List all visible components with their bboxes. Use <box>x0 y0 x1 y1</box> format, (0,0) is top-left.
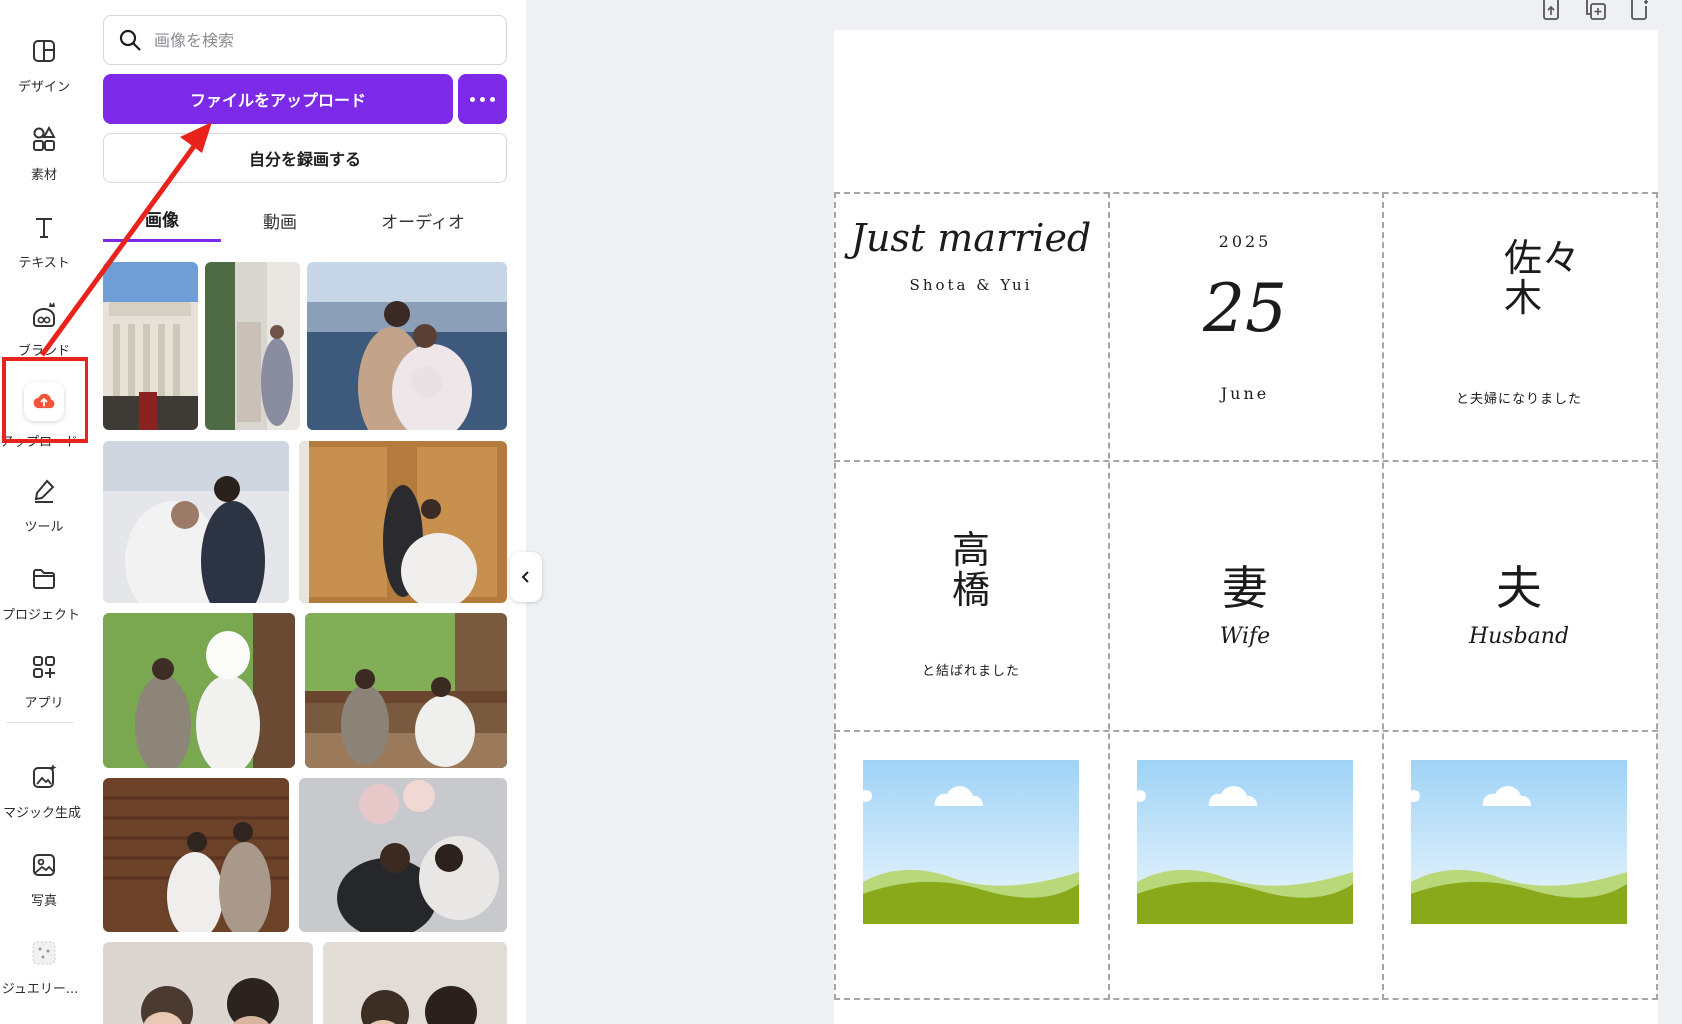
rail-item-text[interactable]: テキスト <box>0 190 88 274</box>
card-english: Wife <box>1219 624 1271 649</box>
uploaded-photo-thumbnail[interactable] <box>103 942 313 1024</box>
card-caption: と夫婦になりました <box>1455 392 1582 407</box>
card-surname: 佐々木 <box>1504 236 1581 320</box>
card-photo-slot[interactable] <box>1382 730 1656 1000</box>
rail-label: ジュエリー... <box>1 982 79 997</box>
add-page-icon[interactable] <box>1628 0 1652 22</box>
card-husband[interactable]: 夫 Husband <box>1382 460 1656 730</box>
record-yourself-button[interactable]: 自分を録画する <box>103 133 507 183</box>
card-just-married[interactable]: Just married Shota & Yui <box>834 192 1108 462</box>
rail-item-tools[interactable]: ツール <box>0 454 88 538</box>
card-subtitle: Shota & Yui <box>909 276 1033 294</box>
jewelry-icon <box>32 941 56 965</box>
search-box[interactable] <box>103 15 507 65</box>
dot <box>480 96 485 102</box>
lock-page-icon[interactable] <box>1539 0 1563 22</box>
image-placeholder <box>863 760 1079 924</box>
rail-label: 写真 <box>30 894 57 909</box>
rail-label: プロジェクト <box>1 608 80 623</box>
rail-label: マジック生成 <box>2 806 81 821</box>
rail-item-brand[interactable]: ブランド <box>0 278 88 362</box>
uploaded-photo-thumbnail[interactable] <box>103 778 289 932</box>
upload-files-button[interactable]: ファイルをアップロード <box>103 74 453 124</box>
card-surname: 高橋 <box>951 528 990 612</box>
annotation-highlight-box <box>2 357 89 443</box>
rail-item-jewelry[interactable]: ジュエリー... <box>0 916 88 1000</box>
tab-audio[interactable]: オーディオ <box>339 198 507 242</box>
dot <box>490 96 495 102</box>
card-day: 25 <box>1203 270 1287 347</box>
pen-tool-icon <box>34 479 55 503</box>
card-english: Husband <box>1468 624 1570 649</box>
uploaded-photo-thumbnail[interactable] <box>103 262 198 430</box>
rail-divider <box>6 722 74 723</box>
card-kanji: 妻 <box>1222 561 1268 615</box>
rail-label: 素材 <box>30 168 57 183</box>
photo-icon <box>33 854 55 876</box>
rail-label: アプリ <box>24 696 64 711</box>
card-photo-slot[interactable] <box>1108 730 1382 1000</box>
more-options-button[interactable] <box>458 74 507 124</box>
folder-icon <box>33 569 55 589</box>
card-photo-slot[interactable] <box>834 730 1108 1000</box>
card-caption: と結ばれました <box>921 664 1020 679</box>
brand-icon <box>33 302 55 327</box>
tab-videos[interactable]: 動画 <box>221 198 339 242</box>
record-yourself-label: 自分を録画する <box>248 150 361 169</box>
magic-image-icon <box>33 764 57 788</box>
card-month: June <box>1220 384 1270 403</box>
uploaded-photo-thumbnail[interactable] <box>299 778 507 932</box>
uploaded-photo-thumbnail[interactable] <box>205 262 300 430</box>
elements-icon <box>33 125 56 151</box>
uploads-panel: ファイルをアップロード 自分を録画する 画像 動画 オーディオ <box>88 0 526 1024</box>
apps-icon <box>33 656 55 678</box>
card-date[interactable]: 2025 25 June <box>1108 192 1382 462</box>
uploaded-photo-thumbnail[interactable] <box>299 441 507 603</box>
rail-item-projects[interactable]: プロジェクト <box>0 542 88 626</box>
rail-label: テキスト <box>18 256 70 271</box>
rail-item-photos[interactable]: 写真 <box>0 828 88 912</box>
layout-icon <box>33 40 55 62</box>
card-surname-takahashi[interactable]: 高橋 と結ばれました <box>834 460 1108 730</box>
image-placeholder <box>1411 760 1627 924</box>
cut-line <box>1656 192 1658 1000</box>
rail-item-elements[interactable]: 素材 <box>0 102 88 186</box>
image-placeholder <box>1137 760 1353 924</box>
card-title: Just married <box>850 216 1092 260</box>
card-surname-sasaki[interactable]: 佐々木 と夫婦になりました <box>1382 192 1656 462</box>
uploaded-photo-thumbnail[interactable] <box>103 613 295 768</box>
media-tabs: 画像 動画 オーディオ <box>103 198 507 242</box>
left-nav-rail: デザイン 素材 テキスト ブランド アップロード ツール プロジェクト アプリ … <box>0 0 89 1024</box>
upload-files-label: ファイルをアップロード <box>189 91 366 110</box>
rail-item-magic-media[interactable]: マジック生成 <box>0 740 88 824</box>
search-input[interactable] <box>154 30 484 50</box>
tab-images[interactable]: 画像 <box>103 198 221 242</box>
chevron-left-icon <box>521 571 529 583</box>
card-wife[interactable]: 妻 Wife <box>1108 460 1382 730</box>
rail-label: デザイン <box>17 80 70 95</box>
rail-label: ツール <box>24 520 64 535</box>
uploaded-photo-thumbnail[interactable] <box>323 942 507 1024</box>
rail-item-apps[interactable]: アプリ <box>0 630 88 714</box>
uploaded-photo-thumbnail[interactable] <box>103 441 289 603</box>
collapse-panel-button[interactable] <box>510 552 542 602</box>
duplicate-page-icon[interactable] <box>1584 0 1608 22</box>
rail-item-design[interactable]: デザイン <box>0 14 88 98</box>
dot <box>470 96 475 102</box>
card-kanji: 夫 <box>1496 561 1542 615</box>
uploaded-photo-thumbnail[interactable] <box>305 613 507 768</box>
design-page[interactable]: Just married Shota & Yui 2025 25 June 佐々… <box>834 30 1658 1024</box>
uploaded-photo-thumbnail[interactable] <box>307 262 507 430</box>
search-icon <box>119 29 141 51</box>
card-grid: Just married Shota & Yui 2025 25 June 佐々… <box>834 192 1658 1002</box>
text-icon <box>36 218 52 238</box>
card-year: 2025 <box>1218 232 1272 251</box>
